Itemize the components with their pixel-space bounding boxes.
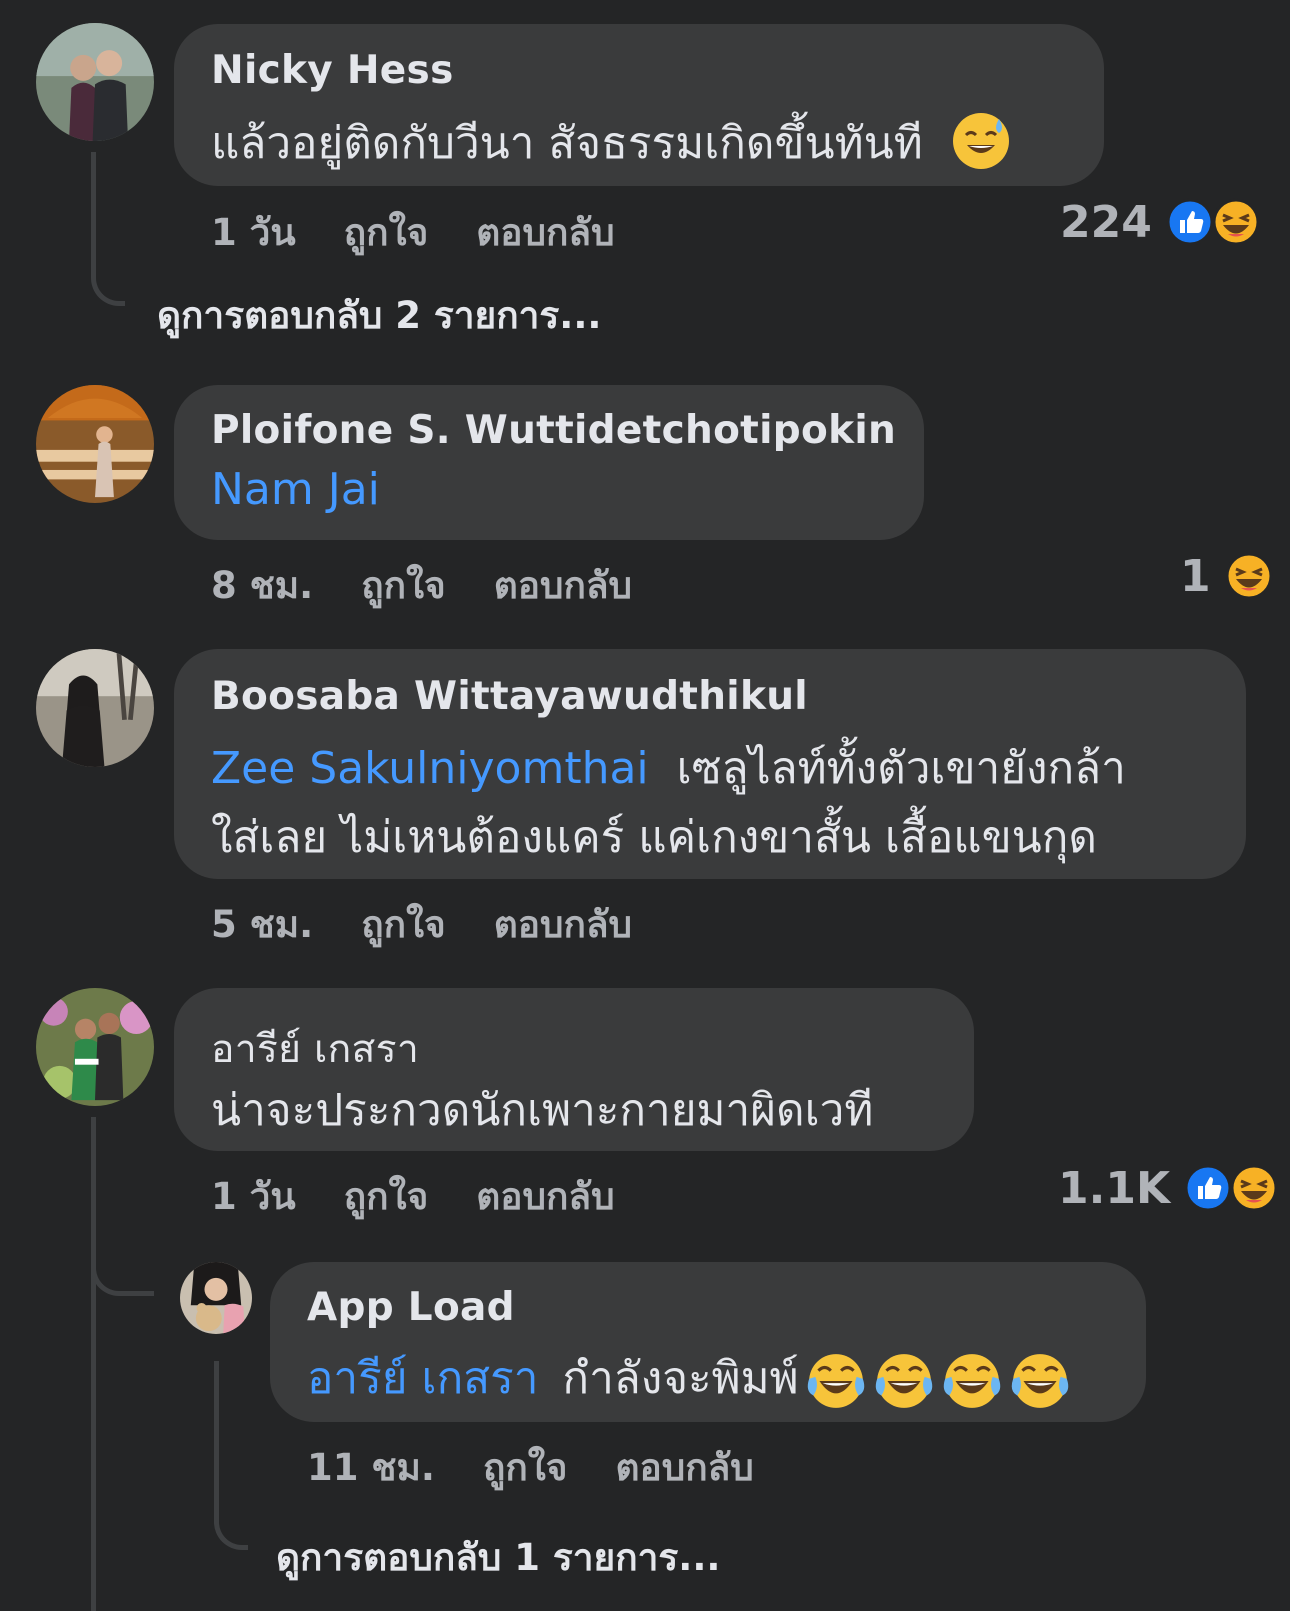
tears-of-joy-emoji — [807, 1354, 864, 1408]
view-replies-link[interactable]: ดูการตอบกลับ 1 รายการ... — [276, 1528, 720, 1587]
comment-meta: 1 วัน ถูกใจ ตอบกลับ — [211, 1167, 663, 1226]
thread-curve — [91, 250, 125, 306]
reply-text: อารีย์ เกสรา กำลังจะพิมพ์ — [307, 1343, 1071, 1413]
reaction-count: 1.1K — [1058, 1162, 1171, 1214]
tears-of-joy-emoji — [875, 1354, 932, 1408]
tears-of-joy-emojis — [799, 1353, 1071, 1408]
comment-text: Zee Sakulniyomthai เซลูไลท์ทั้งตัวเขายัง… — [211, 733, 1126, 803]
avatar-boosaba[interactable] — [36, 649, 154, 767]
comment-text: แล้วอยู่ติดกับวีนา สัจธรรมเกิดขึ้นทันที — [211, 108, 1011, 182]
like-link[interactable]: ถูกใจ — [344, 1175, 429, 1218]
reaction-count: 224 — [1060, 196, 1152, 248]
comment-text-line1: เซลูไลท์ทั้งตัวเขายังกล้า — [676, 743, 1126, 794]
reaction-summary[interactable]: 1 — [1180, 550, 1273, 602]
like-link[interactable]: ถูกใจ — [361, 564, 446, 607]
thread-line — [91, 152, 96, 257]
thread-curve — [214, 1505, 248, 1550]
reply-link[interactable]: ตอบกลับ — [476, 1175, 614, 1218]
haha-icon — [1230, 1164, 1278, 1212]
thread-curve — [91, 1250, 154, 1296]
comment-text-body: แล้วอยู่ติดกับวีนา สัจธรรมเกิดขึ้นทันที — [211, 118, 923, 169]
commenter-name[interactable]: Ploifone S. Wuttidetchotipokin — [211, 408, 896, 453]
haha-icon — [1225, 552, 1273, 600]
like-link[interactable]: ถูกใจ — [483, 1446, 568, 1489]
comment-meta: 1 วัน ถูกใจ ตอบกลับ — [211, 203, 663, 262]
reply-link[interactable]: ตอบกลับ — [494, 903, 632, 946]
thread-line — [91, 1117, 96, 1611]
reply-link[interactable]: ตอบกลับ — [476, 211, 614, 254]
haha-icon — [1212, 198, 1260, 246]
commenter-name[interactable]: Boosaba Wittayawudthikul — [211, 674, 808, 719]
sweat-smile-emoji — [951, 111, 1011, 182]
mention-link[interactable]: Nam Jai — [211, 464, 380, 515]
commenter-name[interactable]: อารีย์ เกสรา — [211, 1018, 419, 1080]
mention-link[interactable]: อารีย์ เกสรา — [307, 1353, 538, 1404]
reply-time[interactable]: 11 ชม. — [307, 1446, 435, 1489]
like-link[interactable]: ถูกใจ — [361, 903, 446, 946]
mention-link[interactable]: Zee Sakulniyomthai — [211, 743, 649, 794]
avatar-nicky-hess[interactable] — [36, 23, 154, 141]
replier-name[interactable]: App Load — [307, 1285, 515, 1330]
view-replies-link[interactable]: ดูการตอบกลับ 2 รายการ... — [157, 286, 601, 345]
reaction-count: 1 — [1180, 550, 1211, 602]
reply-link[interactable]: ตอบกลับ — [494, 564, 632, 607]
reply-meta: 11 ชม. ถูกใจ ตอบกลับ — [307, 1438, 802, 1497]
avatar-app-load[interactable] — [180, 1262, 252, 1334]
like-icon — [1166, 198, 1214, 246]
comment-meta: 5 ชม. ถูกใจ ตอบกลับ — [211, 895, 680, 954]
reaction-summary[interactable]: 224 — [1060, 196, 1260, 248]
tears-of-joy-emoji — [1011, 1354, 1068, 1408]
comment-text: น่าจะประกวดนักเพาะกายมาผิดเวที — [211, 1085, 874, 1136]
comment-time[interactable]: 8 ชม. — [211, 564, 313, 607]
comment-time[interactable]: 5 ชม. — [211, 903, 313, 946]
like-icon — [1184, 1164, 1232, 1212]
avatar-ploifone[interactable] — [36, 385, 154, 503]
commenter-name[interactable]: Nicky Hess — [211, 48, 454, 93]
avatar-aree-kesara[interactable] — [36, 988, 154, 1106]
tears-of-joy-emoji — [943, 1354, 1000, 1408]
reply-text-body: กำลังจะพิมพ์ — [562, 1353, 799, 1404]
like-link[interactable]: ถูกใจ — [344, 211, 429, 254]
comment-meta: 8 ชม. ถูกใจ ตอบกลับ — [211, 556, 680, 615]
comment-time[interactable]: 1 วัน — [211, 211, 296, 254]
comment-time[interactable]: 1 วัน — [211, 1175, 296, 1218]
reply-link[interactable]: ตอบกลับ — [616, 1446, 754, 1489]
reaction-summary[interactable]: 1.1K — [1058, 1162, 1278, 1214]
thread-line — [214, 1361, 219, 1513]
comment-text-line2: ใส่เลย ไม่เหนต้องแคร์ แค่เกงขาสั้น เสื้อ… — [211, 812, 1097, 863]
